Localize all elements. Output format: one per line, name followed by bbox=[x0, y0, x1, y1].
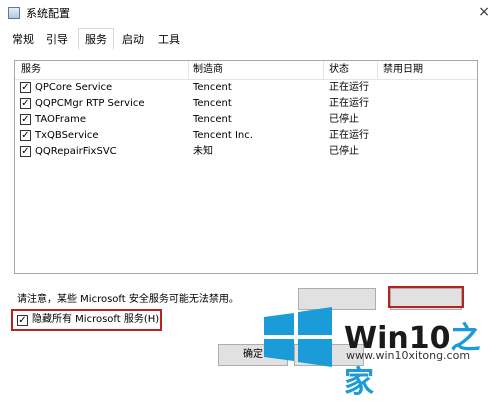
service-name: QQRepairFixSVC bbox=[35, 146, 117, 157]
service-name: TAOFrame bbox=[35, 114, 87, 125]
service-vendor: 未知 bbox=[193, 146, 213, 157]
hide-microsoft-checkbox[interactable]: ✓ bbox=[17, 315, 28, 326]
table-row[interactable]: ✓ TxQBService Tencent Inc. 正在运行 bbox=[15, 128, 477, 144]
service-name: QQPCMgr RTP Service bbox=[35, 98, 145, 109]
service-status: 正在运行 bbox=[329, 130, 369, 141]
service-name: QPCore Service bbox=[35, 82, 113, 93]
close-icon[interactable]: × bbox=[478, 4, 490, 20]
tab-general[interactable]: 常规 bbox=[6, 30, 40, 49]
service-name: TxQBService bbox=[35, 130, 99, 141]
table-row[interactable]: ✓ QQPCMgr RTP Service Tencent 正在运行 bbox=[15, 96, 477, 112]
header-vendor[interactable]: 制造商 bbox=[193, 61, 223, 79]
system-config-icon bbox=[8, 7, 20, 19]
column-divider[interactable] bbox=[188, 61, 189, 79]
notice-text: 请注意，某些 Microsoft 安全服务可能无法禁用。 bbox=[17, 294, 239, 305]
table-row[interactable]: ✓ QQRepairFixSVC 未知 已停止 bbox=[15, 144, 477, 160]
service-status: 已停止 bbox=[329, 114, 359, 125]
service-vendor: Tencent bbox=[193, 82, 232, 93]
tab-startup[interactable]: 启动 bbox=[116, 30, 150, 49]
tab-boot[interactable]: 引导 bbox=[40, 30, 74, 49]
list-header: 服务 制造商 状态 禁用日期 bbox=[15, 61, 477, 80]
row-checkbox[interactable]: ✓ bbox=[20, 98, 31, 109]
service-status: 正在运行 bbox=[329, 98, 369, 109]
hide-microsoft-services[interactable]: ✓ 隐藏所有 Microsoft 服务(H) bbox=[11, 309, 162, 331]
row-checkbox[interactable]: ✓ bbox=[20, 82, 31, 93]
table-row[interactable]: ✓ TAOFrame Tencent 已停止 bbox=[15, 112, 477, 128]
row-checkbox[interactable]: ✓ bbox=[20, 146, 31, 157]
header-service[interactable]: 服务 bbox=[21, 61, 41, 79]
services-list[interactable]: 服务 制造商 状态 禁用日期 ✓ QPCore Service Tencent … bbox=[14, 60, 478, 274]
tab-bar: 常规 引导 服务 启动 工具 bbox=[0, 28, 500, 51]
tab-tools[interactable]: 工具 bbox=[152, 30, 186, 49]
column-divider[interactable] bbox=[323, 61, 324, 79]
header-disabled-date[interactable]: 禁用日期 bbox=[383, 61, 423, 79]
tab-services[interactable]: 服务 bbox=[78, 28, 114, 50]
title-bar: 系统配置 × bbox=[0, 0, 500, 26]
table-row[interactable]: ✓ QPCore Service Tencent 正在运行 bbox=[15, 80, 477, 96]
service-status: 正在运行 bbox=[329, 82, 369, 93]
service-vendor: Tencent bbox=[193, 114, 232, 125]
row-checkbox[interactable]: ✓ bbox=[20, 130, 31, 141]
window-title: 系统配置 bbox=[26, 7, 70, 20]
service-vendor: Tencent Inc. bbox=[193, 130, 253, 141]
column-divider[interactable] bbox=[377, 61, 378, 79]
windows-logo-icon bbox=[264, 307, 332, 367]
header-status[interactable]: 状态 bbox=[329, 61, 349, 79]
service-status: 已停止 bbox=[329, 146, 359, 157]
hide-microsoft-label: 隐藏所有 Microsoft 服务(H) bbox=[32, 314, 160, 325]
service-vendor: Tencent bbox=[193, 98, 232, 109]
watermark-url: www.win10xitong.com bbox=[346, 349, 471, 362]
watermark: Win10之家 www.win10xitong.com bbox=[260, 305, 492, 400]
row-checkbox[interactable]: ✓ bbox=[20, 114, 31, 125]
